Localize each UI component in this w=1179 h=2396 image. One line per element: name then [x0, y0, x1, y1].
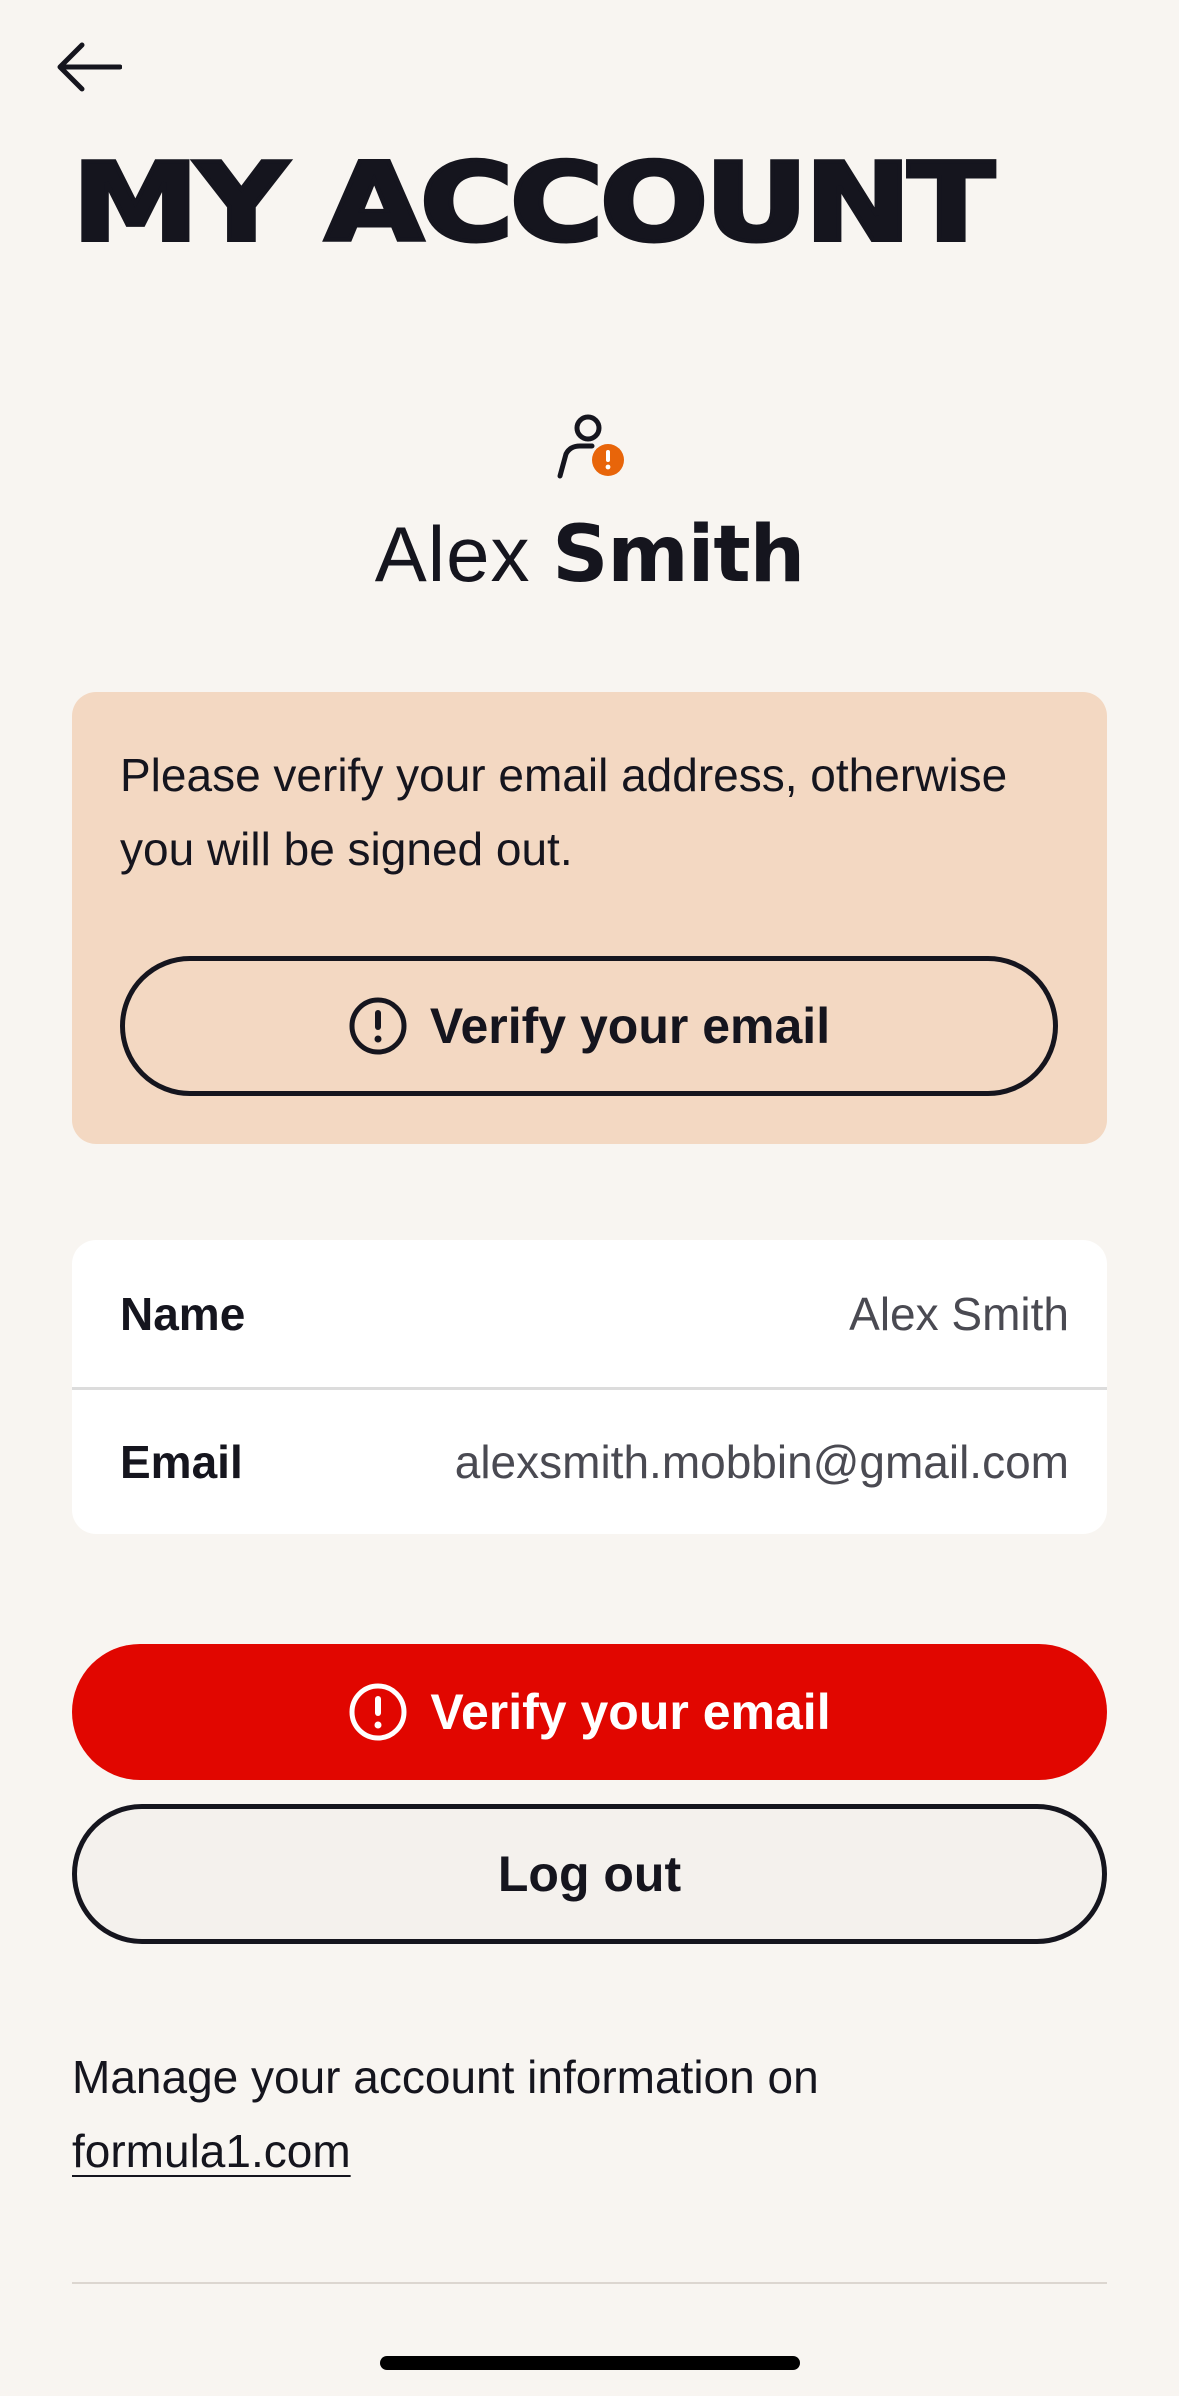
alert-circle-icon — [349, 1683, 407, 1741]
verify-email-outline-label: Verify your email — [429, 998, 831, 1054]
home-indicator — [380, 2356, 800, 2370]
name-value: Alex Smith — [849, 1287, 1069, 1340]
arrow-left-icon — [57, 42, 122, 92]
logout-button-label: Log out — [497, 1846, 682, 1902]
info-row-name: Name Alex Smith — [72, 1240, 1107, 1387]
user-warning-icon — [557, 414, 624, 479]
manage-account-text: Manage your account information on formu… — [72, 2040, 1072, 2188]
manage-account-prefix: Manage your account information on — [72, 2051, 819, 2103]
user-first-name: Alex — [374, 510, 531, 598]
verify-email-button-label: Verify your email — [430, 1684, 831, 1740]
account-info-card: Name Alex Smith Email alexsmith.mobbin@g… — [72, 1240, 1107, 1534]
user-name: Alex Smith — [0, 510, 1179, 600]
avatar — [552, 410, 632, 490]
user-last-name: Smith — [552, 510, 805, 600]
email-value: alexsmith.mobbin@gmail.com — [454, 1436, 1069, 1488]
verify-email-outline-button[interactable]: Verify your email — [120, 956, 1058, 1096]
name-label: Name — [120, 1287, 246, 1340]
info-row-email: Email alexsmith.mobbin@gmail.com — [72, 1387, 1107, 1534]
verify-email-card: Please verify your email address, otherw… — [72, 692, 1107, 1144]
formula1-link[interactable]: formula1.com — [72, 2125, 351, 2177]
alert-circle-icon — [349, 997, 407, 1055]
logout-button[interactable]: Log out — [72, 1804, 1107, 1944]
page-title: MY ACCOUNT — [70, 141, 997, 266]
bottom-divider — [72, 2282, 1107, 2284]
verify-email-button[interactable]: Verify your email — [72, 1644, 1107, 1780]
email-label: Email — [120, 1436, 243, 1488]
back-button[interactable] — [54, 30, 144, 104]
verify-email-message: Please verify your email address, otherw… — [120, 749, 1008, 875]
